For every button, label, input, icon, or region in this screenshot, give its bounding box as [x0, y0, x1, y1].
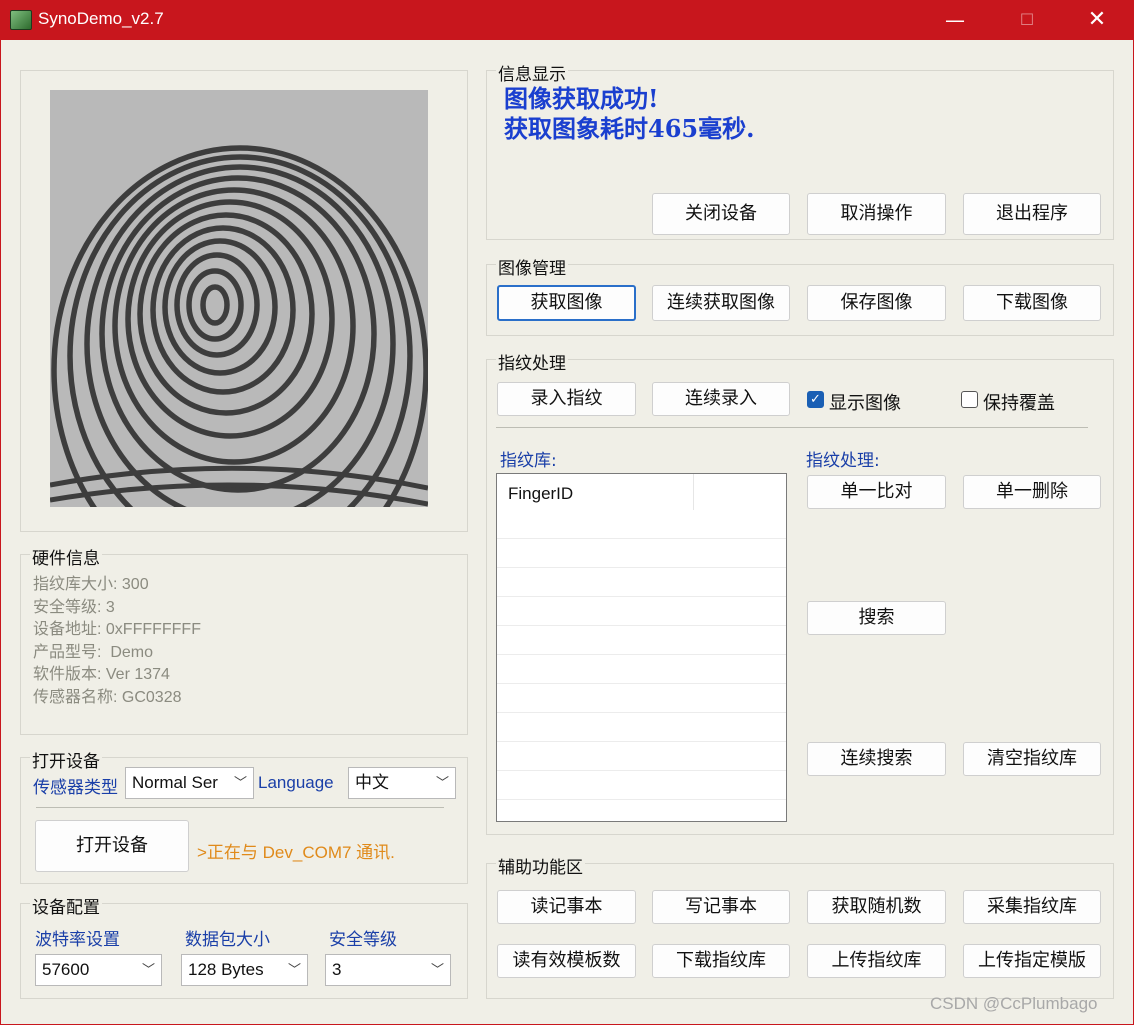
cancel-operation-button[interactable]: 取消操作	[807, 193, 946, 235]
open-device-separator	[36, 807, 444, 808]
hw-product-model: 产品型号: Demo	[33, 644, 154, 661]
show-image-checkbox[interactable]: ✓ 显示图像	[807, 389, 927, 414]
aux-label: 辅助功能区	[496, 853, 585, 878]
title-bar: SynoDemo_v2.7 — ☐ ✕	[0, 0, 1134, 40]
read-notepad-button[interactable]: 读记事本	[497, 890, 636, 924]
close-button[interactable]: ✕	[1074, 0, 1120, 40]
close-device-button[interactable]: 关闭设备	[652, 193, 790, 235]
single-delete-button[interactable]: 单一删除	[963, 475, 1101, 509]
collect-library-button[interactable]: 采集指纹库	[963, 890, 1101, 924]
language-select[interactable]: 中文 ﹀	[348, 767, 456, 799]
write-notepad-button[interactable]: 写记事本	[652, 890, 790, 924]
maximize-button[interactable]: ☐	[1004, 0, 1050, 40]
image-mgmt-label: 图像管理	[496, 254, 568, 279]
search-button[interactable]: 搜索	[807, 601, 946, 635]
upload-library-button[interactable]: 上传指纹库	[807, 944, 946, 978]
list-grid-lines	[497, 510, 786, 821]
hw-device-address: 设备地址: 0xFFFFFFFF	[33, 621, 201, 638]
security-level-value: 3	[332, 960, 342, 979]
baud-rate-value: 57600	[42, 960, 90, 979]
get-random-button[interactable]: 获取随机数	[807, 890, 946, 924]
checkbox-empty-icon	[961, 391, 978, 408]
security-level-select[interactable]: 3 ﹀	[325, 954, 451, 986]
chevron-down-icon: ﹀	[287, 962, 301, 977]
app-icon	[10, 10, 32, 30]
hw-library-size: 指纹库大小: 300	[33, 576, 149, 593]
hw-software-version: 软件版本: Ver 1374	[33, 666, 170, 683]
download-image-button[interactable]: 下载图像	[963, 285, 1101, 321]
baud-rate-select[interactable]: 57600 ﹀	[35, 954, 162, 986]
info-group-label: 信息显示	[496, 60, 568, 85]
show-image-label: 显示图像	[829, 393, 901, 414]
sensor-type-label: 传感器类型	[33, 778, 118, 798]
keep-cover-checkbox[interactable]: 保持覆盖	[961, 389, 1081, 414]
chevron-down-icon: ﹀	[435, 775, 449, 790]
info-message: 图像获取成功! 获取图象耗时465毫秒.	[504, 84, 754, 144]
window-title: SynoDemo_v2.7	[38, 9, 164, 28]
finger-library-label: 指纹库:	[500, 451, 557, 471]
continuous-enroll-button[interactable]: 连续录入	[652, 382, 790, 416]
checkmark-icon: ✓	[807, 391, 824, 408]
language-label: Language	[258, 773, 334, 792]
sensor-type-value: Normal Ser	[132, 773, 218, 792]
hw-sensor-name: 传感器名称: GC0328	[33, 689, 182, 706]
finger-id-column-header: FingerID	[508, 484, 574, 503]
packet-size-select[interactable]: 128 Bytes ﹀	[181, 954, 308, 986]
finger-proc-label: 指纹处理	[496, 349, 568, 374]
language-value: 中文	[355, 773, 389, 792]
hw-security-level: 安全等级: 3	[33, 599, 115, 616]
fingerprint-image	[50, 90, 428, 507]
finger-proc-separator	[496, 427, 1088, 428]
sensor-type-select[interactable]: Normal Ser ﹀	[125, 767, 254, 799]
open-device-label: 打开设备	[30, 747, 102, 772]
fingerprint-icon	[50, 90, 428, 507]
save-image-button[interactable]: 保存图像	[807, 285, 946, 321]
baud-rate-label: 波特率设置	[35, 930, 120, 950]
finger-proc-sublabel: 指纹处理:	[806, 451, 880, 471]
chevron-down-icon: ﹀	[233, 775, 247, 790]
device-config-label: 设备配置	[30, 893, 102, 918]
continuous-acquire-button[interactable]: 连续获取图像	[652, 285, 790, 321]
info-line-1: 图像获取成功!	[504, 84, 659, 113]
open-device-button[interactable]: 打开设备	[35, 820, 189, 872]
single-match-button[interactable]: 单一比对	[807, 475, 946, 509]
minimize-button[interactable]: —	[932, 0, 978, 40]
upload-template-button[interactable]: 上传指定模版	[963, 944, 1101, 978]
read-valid-templates-button[interactable]: 读有效模板数	[497, 944, 636, 978]
keep-cover-label: 保持覆盖	[983, 393, 1055, 414]
chevron-down-icon: ﹀	[430, 962, 444, 977]
chevron-down-icon: ﹀	[141, 962, 155, 977]
info-line-2: 获取图象耗时465毫秒.	[504, 114, 755, 143]
connection-status: >正在与 Dev_COM7 通讯.	[197, 843, 395, 862]
security-level-label: 安全等级	[329, 930, 397, 950]
packet-size-label: 数据包大小	[185, 930, 270, 950]
aux-group	[486, 863, 1114, 999]
acquire-image-button[interactable]: 获取图像	[497, 285, 636, 321]
download-library-button[interactable]: 下载指纹库	[652, 944, 790, 978]
packet-size-value: 128 Bytes	[188, 960, 264, 979]
hardware-label: 硬件信息	[30, 544, 102, 569]
finger-id-list[interactable]: FingerID	[496, 473, 787, 822]
clear-library-button[interactable]: 清空指纹库	[963, 742, 1101, 776]
watermark: CSDN @CcPlumbago	[930, 994, 1098, 1013]
enroll-finger-button[interactable]: 录入指纹	[497, 382, 636, 416]
exit-program-button[interactable]: 退出程序	[963, 193, 1101, 235]
continuous-search-button[interactable]: 连续搜索	[807, 742, 946, 776]
